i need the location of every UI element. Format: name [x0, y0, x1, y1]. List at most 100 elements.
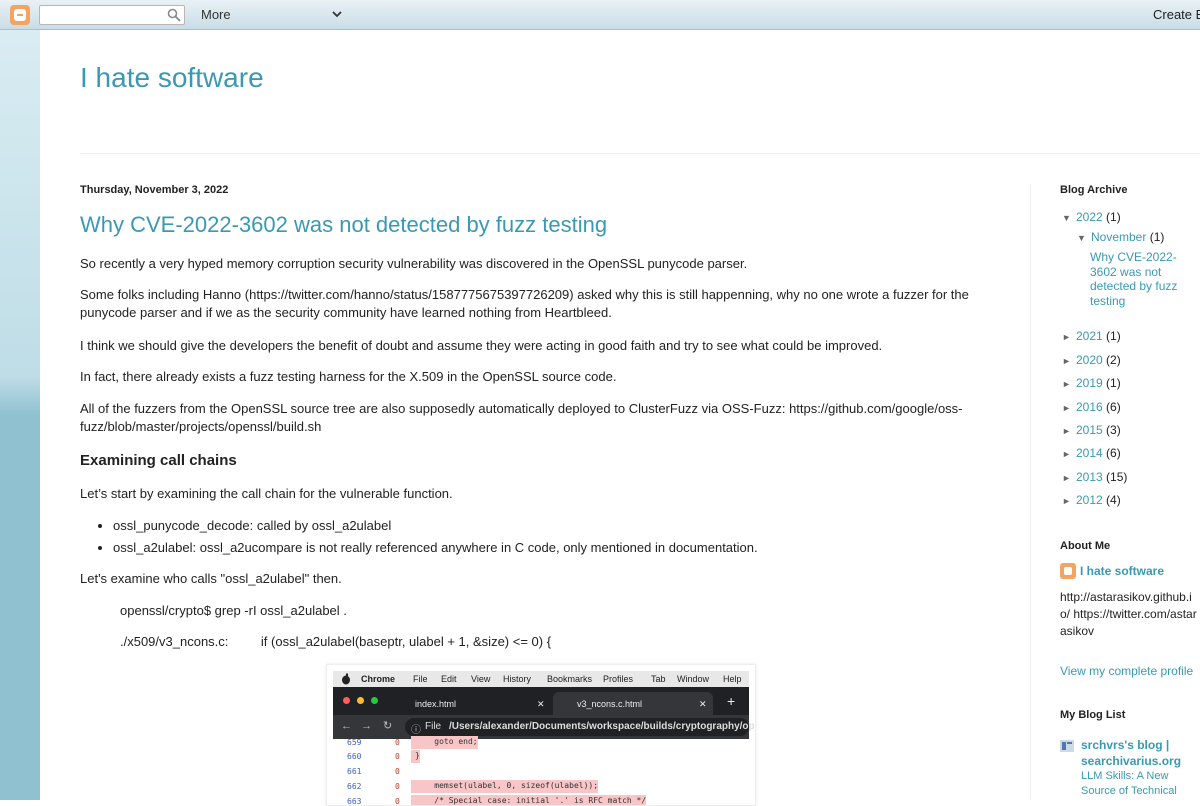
menubar-item: Chrome	[361, 674, 396, 684]
profile-name-link[interactable]: I hate software	[1080, 564, 1164, 578]
address-scheme: File	[425, 721, 442, 732]
post-paragraph: Let’s start by examining the call chain …	[80, 486, 453, 501]
archive-link[interactable]: 2021	[1076, 329, 1103, 343]
expand-triangle-icon[interactable]: ►	[1062, 426, 1076, 436]
code-line: openssl/crypto$ grep -rI ossl_a2ulabel .	[120, 603, 347, 618]
archive-item-2016[interactable]: ► 2016 (6)	[1062, 400, 1121, 414]
expand-triangle-icon[interactable]: ►	[1062, 356, 1076, 366]
about-me-heading: About Me	[1060, 540, 1111, 552]
menubar-item: Help	[723, 674, 742, 684]
post-paragraph: Some folks including Hanno (https://twit…	[80, 287, 969, 320]
reload-icon: ↻	[383, 720, 393, 732]
navbar-search-input[interactable]	[39, 5, 185, 25]
archive-count: (3)	[1106, 423, 1121, 437]
browser-tab-active: v3_ncons.c.html ✕	[553, 692, 713, 715]
archive-item-2015[interactable]: ► 2015 (3)	[1062, 423, 1121, 437]
close-icon: ✕	[699, 699, 707, 709]
expand-triangle-icon[interactable]: ►	[1062, 496, 1076, 506]
archive-item-november[interactable]: ▼ November (1)	[1077, 230, 1164, 244]
archive-link[interactable]: 2020	[1076, 353, 1103, 367]
post-screenshot-image[interactable]: Chrome File Edit View History Bookmarks …	[326, 664, 756, 806]
search-icon[interactable]	[166, 7, 182, 23]
section-heading: Examining call chains	[80, 452, 237, 469]
blog-favicon-icon	[1060, 740, 1074, 752]
back-arrow-icon: ←	[341, 720, 352, 732]
mac-menubar: Chrome File Edit View History Bookmarks …	[333, 671, 749, 687]
code-row: 661 0	[333, 764, 749, 778]
archive-link[interactable]: 2013	[1076, 470, 1103, 484]
post-paragraph: All of the fuzzers from the OpenSSL sour…	[80, 401, 963, 434]
archive-item-2014[interactable]: ► 2014 (6)	[1062, 446, 1121, 460]
blogger-navbar: More Create B	[0, 0, 1200, 30]
archive-link[interactable]: 2012	[1076, 493, 1103, 507]
archive-link[interactable]: 2015	[1076, 423, 1103, 437]
create-blog-link[interactable]: Create B	[1153, 7, 1200, 22]
collapse-triangle-icon[interactable]: ▼	[1077, 233, 1091, 243]
archive-count: (2)	[1106, 353, 1121, 367]
navbar-more-menu[interactable]: More	[201, 7, 231, 22]
chevron-down-icon[interactable]	[330, 7, 344, 21]
post-title[interactable]: Why CVE-2022-3602 was not detected by fu…	[80, 212, 607, 238]
forward-arrow-icon: →	[361, 720, 372, 732]
archive-count: (15)	[1106, 470, 1128, 484]
browser-tab: index.html ✕	[391, 692, 551, 715]
collapse-triangle-icon[interactable]: ▼	[1062, 213, 1076, 223]
post-paragraph: So recently a very hyped memory corrupti…	[80, 256, 748, 271]
address-field: ⓘ File /Users/alexander/Documents/worksp…	[405, 718, 755, 736]
sidebar-divider	[1030, 184, 1031, 800]
archive-link[interactable]: November	[1091, 230, 1146, 244]
blog-list-link[interactable]: srchvrs's blog | searchivarius.org	[1081, 737, 1200, 769]
menubar-item: Edit	[441, 674, 457, 684]
menubar-item: View	[471, 674, 491, 684]
menubar-item: Bookmarks	[547, 674, 593, 684]
code-row: 663 0 /* Special case: initial '.' is RF…	[333, 794, 749, 806]
source-code-view: 659 0 goto end; 660 0 } 661 0 662 0 mems…	[333, 736, 749, 806]
expand-triangle-icon[interactable]: ►	[1062, 379, 1076, 389]
menubar-item: Profiles	[603, 674, 634, 684]
list-item: ossl_punycode_decode: called by ossl_a2u…	[113, 515, 758, 537]
archive-item-2022[interactable]: ▼ 2022 (1)	[1062, 210, 1121, 224]
archive-item-2012[interactable]: ► 2012 (4)	[1062, 493, 1121, 507]
line-hits: 0	[395, 782, 400, 791]
archive-link[interactable]: 2014	[1076, 446, 1103, 460]
new-tab-icon: +	[727, 693, 736, 709]
maximize-window-dot	[371, 697, 378, 704]
line-number: 659	[347, 738, 362, 747]
line-hits: 0	[395, 752, 400, 761]
archive-item-2020[interactable]: ► 2020 (2)	[1062, 353, 1121, 367]
line-hits: 0	[395, 767, 400, 776]
archive-item-2013[interactable]: ► 2013 (15)	[1062, 470, 1127, 484]
archive-link[interactable]: 2022	[1076, 210, 1103, 224]
archive-link[interactable]: 2019	[1076, 376, 1103, 390]
expand-triangle-icon[interactable]: ►	[1062, 473, 1076, 483]
archive-link[interactable]: 2016	[1076, 400, 1103, 414]
line-code: memset(ulabel, 0, sizeof(ulabel));	[411, 780, 599, 793]
expand-triangle-icon[interactable]: ►	[1062, 332, 1076, 342]
view-profile-link[interactable]: View my complete profile	[1060, 664, 1193, 678]
archive-item-2019[interactable]: ► 2019 (1)	[1062, 376, 1121, 390]
minimize-window-dot	[357, 697, 364, 704]
address-path: /Users/alexander/Documents/workspace/bui…	[449, 721, 756, 732]
archive-count: (6)	[1106, 400, 1121, 414]
line-code: /* Special case: initial '.' is RFC matc…	[411, 795, 647, 805]
expand-triangle-icon[interactable]: ►	[1062, 403, 1076, 413]
call-chain-list: ossl_punycode_decode: called by ossl_a2u…	[98, 515, 758, 559]
blogger-profile-icon	[1060, 563, 1076, 579]
expand-triangle-icon[interactable]: ►	[1062, 449, 1076, 459]
list-item: ossl_a2ulabel: ossl_a2ucompare is not re…	[113, 537, 758, 559]
line-number: 660	[347, 752, 362, 761]
archive-item-2021[interactable]: ► 2021 (1)	[1062, 329, 1121, 343]
close-window-dot	[343, 697, 350, 704]
line-code: }	[411, 750, 420, 763]
background-band	[0, 30, 40, 800]
blogger-logo-icon[interactable]	[10, 5, 30, 25]
post-paragraph: I think we should give the developers th…	[80, 338, 883, 353]
archive-count: (4)	[1106, 493, 1121, 507]
blog-list-post-link[interactable]: LLM Skills: A New Source of Technical	[1081, 769, 1200, 799]
line-hits: 0	[395, 797, 400, 806]
menubar-item: Tab	[651, 674, 666, 684]
code-row: 660 0 }	[333, 749, 749, 763]
tab-label: v3_ncons.c.html	[577, 699, 643, 709]
archive-post-link[interactable]: Why CVE-2022-3602 was not detected by fu…	[1090, 250, 1200, 308]
blog-title[interactable]: I hate software	[80, 62, 264, 94]
